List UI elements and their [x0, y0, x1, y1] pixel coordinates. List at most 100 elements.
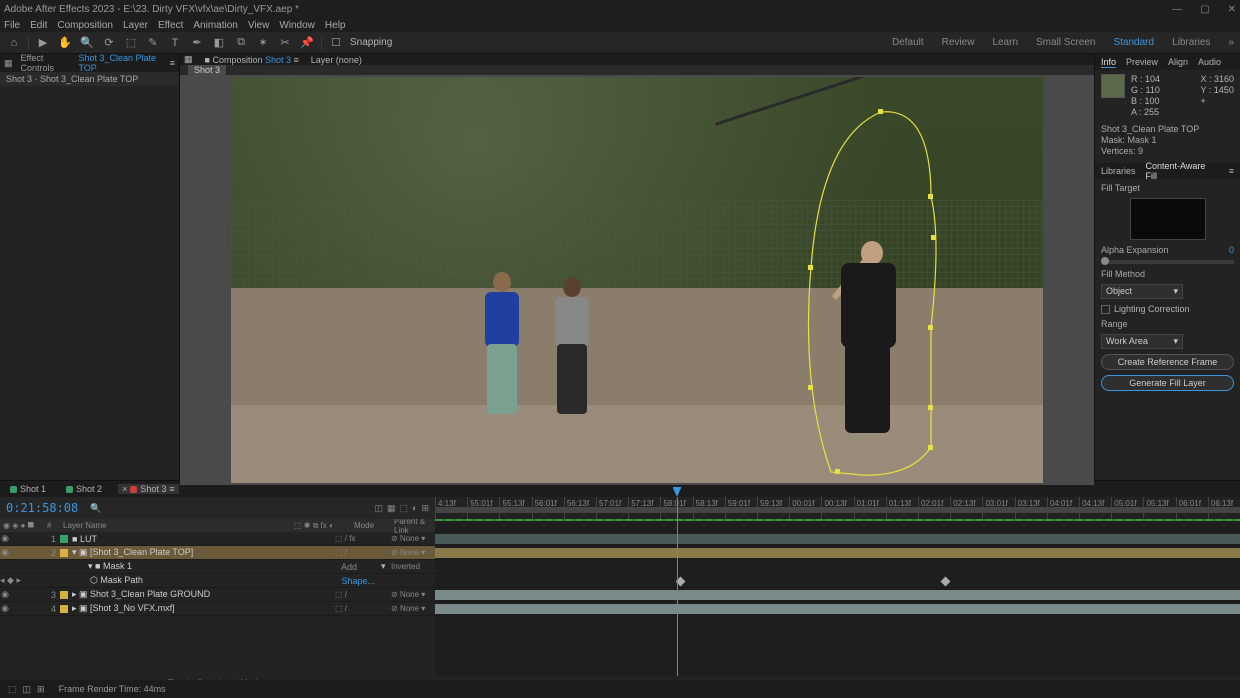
eraser-tool[interactable]: ✂ [277, 35, 293, 51]
alpha-expansion-slider[interactable] [1101, 260, 1234, 264]
ruler-tick[interactable]: 04:01f [1047, 497, 1079, 519]
type-tool[interactable]: T [167, 35, 183, 51]
brush-tool[interactable]: ⧉ [233, 35, 249, 51]
snapping-checkbox[interactable]: ☐ [328, 35, 344, 51]
ruler-tick[interactable]: 00:13f [821, 497, 853, 519]
menu-effect[interactable]: Effect [158, 20, 183, 31]
tl-icon-2[interactable]: ▦ [387, 503, 396, 514]
libraries-tab[interactable]: Libraries [1101, 166, 1136, 176]
ruler-tick[interactable]: 55:13f [499, 497, 531, 519]
preview-tab[interactable]: Preview [1126, 57, 1158, 67]
keyframe-2[interactable] [941, 577, 951, 587]
ruler-tick[interactable]: 03:01f [982, 497, 1014, 519]
window-close[interactable]: ✕ [1228, 4, 1236, 15]
create-reference-frame-button[interactable]: Create Reference Frame [1101, 354, 1234, 370]
tl-icon-5[interactable]: ⊞ [421, 503, 429, 514]
current-timecode[interactable]: 0:21:58:08 [6, 501, 78, 515]
workspace-libraries[interactable]: Libraries [1172, 37, 1210, 48]
tl-icon-4[interactable]: ◐ [412, 503, 417, 514]
menu-composition[interactable]: Composition [57, 20, 113, 31]
window-maximize[interactable]: ▢ [1200, 4, 1209, 15]
ruler-tick[interactable]: 56:13f [564, 497, 596, 519]
layer-row-lut[interactable]: ◉ 1 ■ LUT ⬚ / fx ⊘ None ▾ [0, 532, 435, 546]
comp-subtab-shot3[interactable]: Shot 3 [188, 65, 227, 75]
ruler-tick[interactable]: 56:01f [532, 497, 564, 519]
ruler-tick[interactable]: 02:13f [950, 497, 982, 519]
menu-file[interactable]: File [4, 20, 20, 31]
tl-icon-3[interactable]: ⬚ [400, 503, 409, 514]
menu-help[interactable]: Help [325, 20, 346, 31]
layer-row-no-vfx[interactable]: ◉ 4 ▸ ▣ [Shot 3_No VFX.mxf] ⬚ / ⊘ None ▾ [0, 602, 435, 616]
effect-controls-target[interactable]: Shot 3_Clean Plate TOP [78, 53, 161, 73]
range-dropdown[interactable]: Work Area▾ [1101, 334, 1183, 349]
pan-behind-tool[interactable]: ✎ [145, 35, 161, 51]
pin-tool[interactable]: 📌 [299, 35, 315, 51]
timeline-ruler[interactable]: 4:13f55:01f55:13f56:01f56:13f57:01f57:13… [435, 497, 1240, 519]
workspace-small[interactable]: Small Screen [1036, 37, 1095, 48]
status-icon-3[interactable]: ⊞ [37, 684, 45, 695]
timeline-tab-shot2[interactable]: Shot 2 [62, 484, 106, 494]
ruler-tick[interactable]: 04:13f [1079, 497, 1111, 519]
ruler-tick[interactable]: 02:01f [918, 497, 950, 519]
menu-layer[interactable]: Layer [123, 20, 148, 31]
timeline-tab-shot3[interactable]: × Shot 3 ≡ [118, 484, 179, 494]
menu-edit[interactable]: Edit [30, 20, 47, 31]
composition-viewer[interactable] [231, 77, 1043, 483]
ruler-tick[interactable]: 4:13f [435, 497, 467, 519]
zoom-tool[interactable]: 🔍 [79, 35, 95, 51]
align-tab[interactable]: Align [1168, 57, 1188, 67]
ruler-tick[interactable]: 57:01f [596, 497, 628, 519]
effect-controls-tab[interactable]: Effect Controls [21, 53, 71, 73]
home-tool[interactable]: ⌂ [6, 35, 22, 51]
content-aware-fill-tab[interactable]: Content-Aware Fill [1146, 161, 1219, 181]
ruler-tick[interactable]: 06:13f [1208, 497, 1240, 519]
ruler-tick[interactable]: 06:01f [1176, 497, 1208, 519]
camera-tool[interactable]: ⬚ [123, 35, 139, 51]
rotate-tool[interactable]: ⟳ [101, 35, 117, 51]
pen-tool[interactable]: ✒ [189, 35, 205, 51]
layer-row-clean-plate-ground[interactable]: ◉ 3 ▸ ▣ Shot 3_Clean Plate GROUND ⬚ / ⊘ … [0, 588, 435, 602]
menu-view[interactable]: View [248, 20, 270, 31]
ruler-tick[interactable]: 59:01f [725, 497, 757, 519]
workspace-review[interactable]: Review [942, 37, 975, 48]
mask-path-row[interactable]: ◂ ◆ ▸ ⬡ Mask Path Shape... [0, 574, 435, 588]
project-icon[interactable]: ▦ [4, 58, 13, 69]
playhead[interactable] [677, 497, 678, 519]
ruler-tick[interactable]: 59:13f [757, 497, 789, 519]
workspace-standard[interactable]: Standard [1113, 37, 1154, 48]
status-icon-2[interactable]: ◫ [23, 684, 32, 695]
fill-method-dropdown[interactable]: Object▾ [1101, 284, 1183, 299]
composition-tab[interactable]: ■ Composition Shot 3 ≡ [205, 55, 299, 65]
window-minimize[interactable]: — [1172, 4, 1182, 15]
audio-tab[interactable]: Audio [1198, 57, 1221, 67]
ruler-tick[interactable]: 01:13f [886, 497, 918, 519]
timeline-tab-shot1[interactable]: Shot 1 [6, 484, 50, 494]
workspace-more-icon[interactable]: » [1228, 37, 1234, 48]
workspace-default[interactable]: Default [892, 37, 924, 48]
clone-tool[interactable]: ✶ [255, 35, 271, 51]
mask-row[interactable]: ▾ ■ Mask 1 Add▾ Inverted [0, 560, 435, 574]
workspace-learn[interactable]: Learn [992, 37, 1018, 48]
panel-menu-icon[interactable]: ≡ [1229, 166, 1234, 176]
ruler-tick[interactable]: 57:13f [628, 497, 660, 519]
ruler-tick[interactable]: 03:13f [1015, 497, 1047, 519]
ruler-tick[interactable]: 58:13f [693, 497, 725, 519]
project-icon-2[interactable]: ▦ [184, 54, 193, 65]
alpha-expansion-value[interactable]: 0 [1229, 245, 1234, 255]
layer-tab[interactable]: Layer (none) [311, 55, 362, 65]
ruler-tick[interactable]: 55:01f [467, 497, 499, 519]
ruler-tick[interactable]: 05:13f [1143, 497, 1175, 519]
shape-tool[interactable]: ◧ [211, 35, 227, 51]
info-tab[interactable]: Info [1101, 57, 1116, 68]
tl-icon-1[interactable]: ◫ [374, 503, 383, 514]
layer-row-clean-plate-top[interactable]: ◉ 2 ▾ ▣ [Shot 3_Clean Plate TOP] ⬚ / ⊘ N… [0, 546, 435, 560]
selection-tool[interactable]: ▶ [35, 35, 51, 51]
ruler-tick[interactable]: 00:01f [789, 497, 821, 519]
generate-fill-layer-button[interactable]: Generate Fill Layer [1101, 375, 1234, 391]
panel-menu-icon[interactable]: ≡ [170, 58, 175, 68]
timeline-tracks[interactable] [435, 519, 1240, 676]
menu-window[interactable]: Window [279, 20, 315, 31]
lighting-correction-checkbox[interactable] [1101, 305, 1110, 314]
hand-tool[interactable]: ✋ [57, 35, 73, 51]
ruler-tick[interactable]: 01:01f [854, 497, 886, 519]
